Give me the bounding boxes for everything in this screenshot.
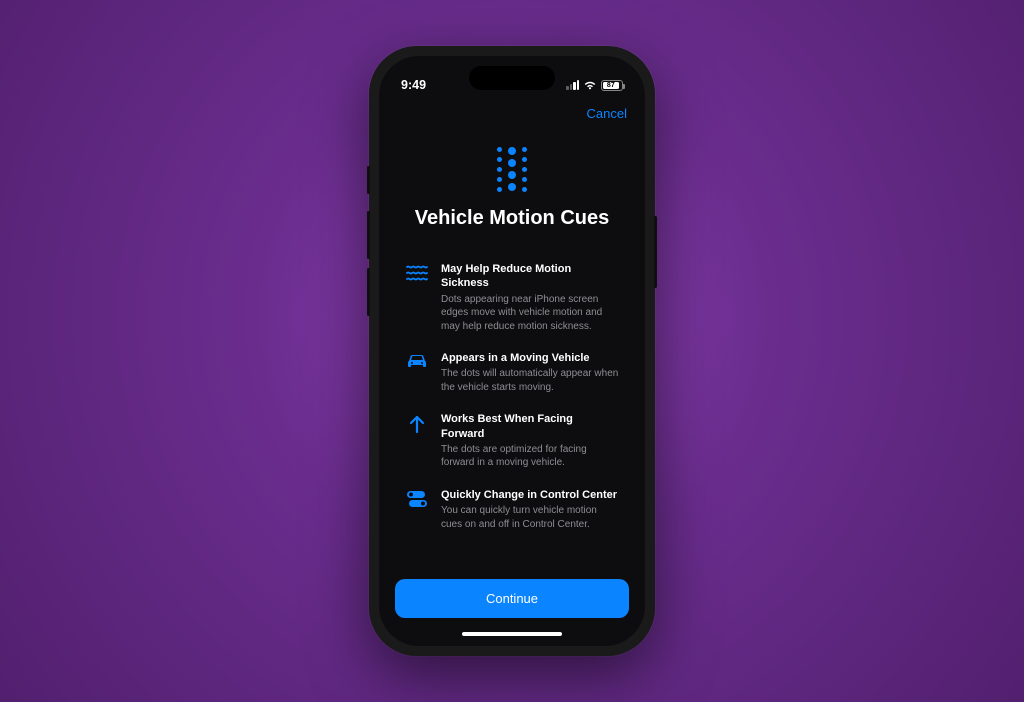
- continue-button[interactable]: Continue: [395, 579, 629, 618]
- feature-item-control-center: Quickly Change in Control Center You can…: [405, 488, 619, 531]
- feature-desc: The dots are optimized for facing forwar…: [441, 443, 619, 470]
- dynamic-island: [469, 66, 555, 90]
- feature-item-motion-sickness: May Help Reduce Motion Sickness Dots app…: [405, 262, 619, 333]
- feature-item-moving-vehicle: Appears in a Moving Vehicle The dots wil…: [405, 351, 619, 394]
- feature-title: Quickly Change in Control Center: [441, 488, 619, 502]
- feature-title: Appears in a Moving Vehicle: [441, 351, 619, 365]
- wifi-icon: [583, 80, 597, 90]
- battery-level: 87: [603, 82, 619, 89]
- feature-title: May Help Reduce Motion Sickness: [441, 262, 619, 291]
- battery-icon: 87: [601, 80, 623, 91]
- page-title: Vehicle Motion Cues: [415, 207, 609, 230]
- volume-down-button: [367, 268, 370, 316]
- status-time: 9:49: [401, 78, 426, 92]
- status-right: 87: [566, 80, 623, 91]
- feature-desc: The dots will automatically appear when …: [441, 367, 619, 394]
- feature-title: Works Best When Facing Forward: [441, 412, 619, 441]
- feature-item-facing-forward: Works Best When Facing Forward The dots …: [405, 412, 619, 470]
- footer: Continue: [379, 563, 645, 628]
- feature-desc: Dots appearing near iPhone screen edges …: [441, 293, 619, 334]
- cancel-button[interactable]: Cancel: [587, 106, 627, 121]
- feature-desc: You can quickly turn vehicle motion cues…: [441, 504, 619, 531]
- features-list: May Help Reduce Motion Sickness Dots app…: [379, 244, 645, 563]
- power-button: [654, 216, 657, 288]
- home-indicator-area: [379, 628, 645, 646]
- hero-section: Vehicle Motion Cues: [379, 123, 645, 244]
- motion-cues-icon: [488, 145, 536, 193]
- mute-switch: [367, 166, 370, 194]
- cellular-icon: [566, 80, 579, 90]
- nav-bar: Cancel: [379, 100, 645, 123]
- car-icon: [405, 351, 429, 394]
- toggles-icon: [405, 488, 429, 531]
- volume-up-button: [367, 211, 370, 259]
- home-indicator[interactable]: [462, 632, 562, 636]
- phone-screen: 9:49 87 Cancel Vehicle Motion Cues: [379, 56, 645, 646]
- waves-icon: [405, 262, 429, 333]
- iphone-frame: 9:49 87 Cancel Vehicle Motion Cues: [369, 46, 655, 656]
- arrow-up-icon: [405, 412, 429, 470]
